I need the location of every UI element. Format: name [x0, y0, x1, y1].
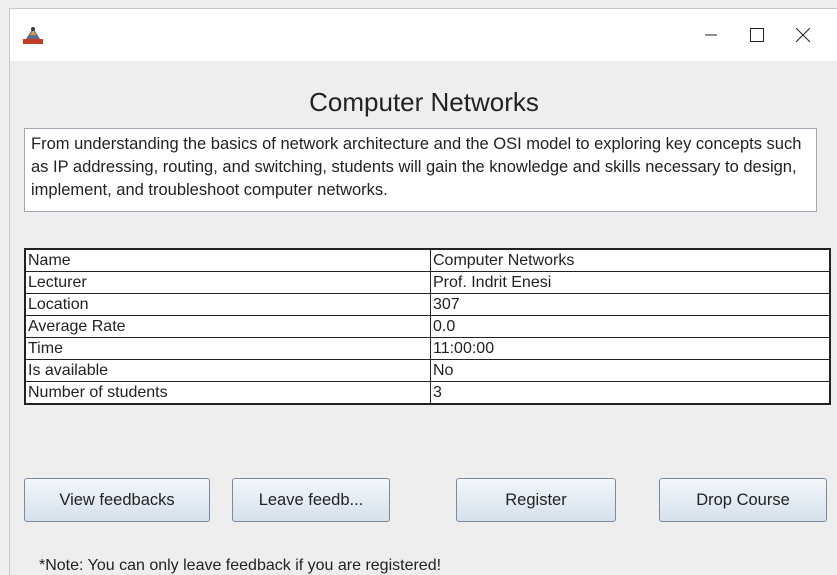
table-row[interactable]: Number of students 3: [24, 381, 831, 405]
close-icon: [796, 28, 810, 42]
java-app-icon: [22, 25, 44, 45]
app-window: Computer Networks From understanding the…: [9, 8, 837, 575]
table-row[interactable]: Name Computer Networks: [24, 248, 831, 272]
minimize-icon: [705, 34, 717, 36]
register-button[interactable]: Register: [456, 478, 616, 522]
drop-course-button[interactable]: Drop Course: [659, 478, 827, 522]
table-row[interactable]: Average Rate 0.0: [24, 315, 831, 338]
registration-note: *Note: You can only leave feedback if yo…: [39, 557, 442, 574]
table-row[interactable]: Lecturer Prof. Indrit Enesi: [24, 271, 831, 294]
maximize-button[interactable]: [734, 9, 780, 61]
maximize-icon: [750, 28, 764, 42]
detail-value[interactable]: 307: [430, 293, 831, 316]
table-row[interactable]: Is available No: [24, 359, 831, 382]
detail-label[interactable]: Average Rate: [24, 315, 431, 338]
detail-label[interactable]: Name: [24, 248, 431, 272]
leave-feedback-button[interactable]: Leave feedb...: [232, 478, 390, 522]
detail-value[interactable]: No: [430, 359, 831, 382]
detail-value[interactable]: 3: [430, 381, 831, 405]
view-feedbacks-button[interactable]: View feedbacks: [24, 478, 210, 522]
detail-value[interactable]: Computer Networks: [430, 248, 831, 272]
course-description: From understanding the basics of network…: [24, 128, 817, 212]
table-row[interactable]: Location 307: [24, 293, 831, 316]
detail-value[interactable]: Prof. Indrit Enesi: [430, 271, 831, 294]
table-row[interactable]: Time 11:00:00: [24, 337, 831, 360]
course-details-table: Name Computer Networks Lecturer Prof. Indri…: [24, 248, 831, 405]
detail-value[interactable]: 11:00:00: [430, 337, 831, 360]
title-bar[interactable]: [10, 9, 837, 61]
detail-label[interactable]: Lecturer: [24, 271, 431, 294]
close-button[interactable]: [780, 9, 826, 61]
course-title: Computer Networks: [309, 87, 539, 117]
detail-label[interactable]: Location: [24, 293, 431, 316]
detail-label[interactable]: Number of students: [24, 381, 431, 405]
detail-label[interactable]: Is available: [24, 359, 431, 382]
detail-label[interactable]: Time: [24, 337, 431, 360]
detail-value[interactable]: 0.0: [430, 315, 831, 338]
minimize-button[interactable]: [688, 9, 734, 61]
